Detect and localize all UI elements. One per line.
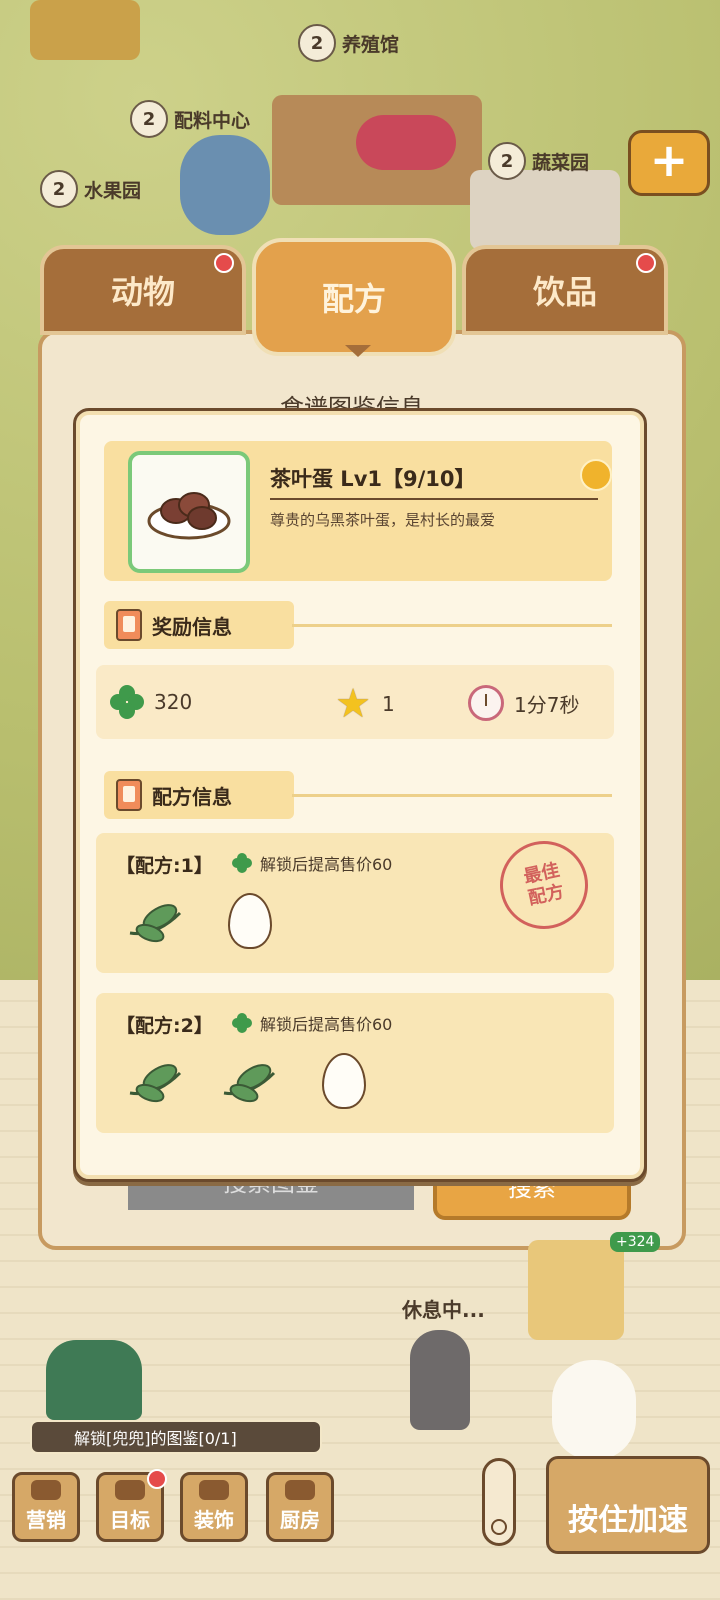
tab-recipes[interactable]: 配方 [252,238,456,356]
level-badge: 2 [298,24,336,62]
time-reward: 1分7秒 [468,685,579,721]
clover-icon [232,1013,252,1033]
tea-leaf-icon [223,1064,276,1103]
kitchen-button[interactable]: 厨房 [266,1472,334,1542]
section-divider [292,794,612,797]
tab-label: 动物 [110,273,175,311]
notification-dot [147,1469,167,1489]
recipe-detail-modal: 茶叶蛋 Lv1【9/10】 尊贵的乌黑茶叶蛋，是村长的最爱 奖励信息 320 ★… [73,408,647,1182]
tab-label: 配方 [321,280,386,318]
recipe-title: 【配方:1】 [116,855,213,877]
button-label: 营销 [26,1508,66,1532]
section-title: 配方信息 [152,784,232,809]
snowman-decoration[interactable] [552,1360,636,1460]
tab-label: 饮品 [532,273,597,311]
star-reward: ★ 1 [334,681,395,727]
vegetable-garden-building[interactable] [470,170,620,250]
upgrade-icon[interactable] [580,459,612,491]
clover-reward: 320 [110,685,192,719]
building-name: 水果园 [84,179,142,202]
building-name: 养殖馆 [342,33,400,56]
tea-egg-image [128,451,250,573]
level-badge: 2 [40,170,78,208]
building-label-breeding[interactable]: 2 养殖馆 [298,24,399,62]
tea-leaf-icon [129,904,182,943]
item-name: 茶叶蛋 Lv1【9/10】 [270,467,476,491]
pot-icon [285,1480,315,1500]
star-icon: ★ [335,681,371,727]
reward-info: 320 ★ 1 1分7秒 [96,665,614,739]
cat-character[interactable] [410,1330,470,1430]
tree-trunk [30,0,140,60]
active-tab-arrow [345,345,371,357]
clock-icon [468,685,504,721]
thermometer-icon [482,1458,516,1546]
tab-animals[interactable]: 动物 [40,245,246,335]
ingredients-center-building[interactable] [180,135,270,235]
meat-icon [356,115,456,170]
reward-section-header: 奖励信息 [104,601,294,649]
button-label: 厨房 [280,1508,320,1532]
section-divider [292,624,612,627]
clipboard-icon [116,779,142,811]
cooking-station[interactable] [528,1240,624,1340]
recipe-card-2[interactable]: 【配方:2】 解锁后提高售价60 [96,993,614,1133]
item-header: 茶叶蛋 Lv1【9/10】 尊贵的乌黑茶叶蛋，是村长的最爱 [104,441,612,581]
cake-stand-decoration[interactable] [46,1340,142,1420]
clipboard-icon [116,609,142,641]
recipe-unlock-info: 解锁后提高售价60 [232,851,392,875]
hold-to-speed-button[interactable]: 按住加速 [546,1456,710,1554]
goals-button[interactable]: 目标 [96,1469,167,1542]
divider [270,498,598,500]
building-name: 蔬菜园 [532,151,590,174]
status-resting: 休息中... [402,1298,485,1322]
notification-dot [636,253,656,273]
clover-icon [232,853,252,873]
hammer-icon [199,1480,229,1500]
megaphone-icon [31,1480,61,1500]
marketing-button[interactable]: 营销 [12,1472,80,1542]
building-label-ingredients[interactable]: 2 配料中心 [130,100,250,138]
recipe-card-1[interactable]: 【配方:1】 解锁后提高售价60 最佳 配方 [96,832,614,973]
recipe-section-header: 配方信息 [104,771,294,819]
tea-leaf-icon [129,1064,182,1103]
notification-dot [214,253,234,273]
item-description: 尊贵的乌黑茶叶蛋，是村长的最爱 [270,511,496,529]
recipe-title: 【配方:2】 [116,1015,213,1037]
add-button[interactable]: + [628,130,710,196]
clover-value: 320 [154,690,193,714]
target-icon [115,1480,145,1500]
egg-icon [322,1053,366,1109]
building-name: 配料中心 [174,109,251,132]
button-label: 装饰 [194,1508,234,1532]
time-value: 1分7秒 [514,692,580,717]
level-badge: 2 [488,142,526,180]
recipe-unlock-info: 解锁后提高售价60 [232,1011,392,1035]
section-title: 奖励信息 [152,614,232,639]
best-recipe-stamp: 最佳 配方 [491,832,597,938]
tab-drinks[interactable]: 饮品 [462,245,668,335]
level-badge: 2 [130,100,168,138]
clover-icon [110,685,144,719]
unlock-text: 解锁后提高售价60 [260,855,393,874]
decoration-button[interactable]: 装饰 [180,1472,248,1542]
star-value: 1 [382,692,395,716]
clover-gain-badge: +324 [610,1232,661,1252]
egg-icon [228,893,272,949]
building-label-fruit[interactable]: 2 水果园 [40,170,141,208]
unlock-text: 解锁后提高售价60 [260,1015,393,1034]
building-label-vegetables[interactable]: 2 蔬菜园 [488,142,589,180]
unlock-hint-banner[interactable]: 解锁[兜兜]的图鉴[0/1] [30,1420,322,1454]
button-label: 目标 [110,1508,150,1532]
